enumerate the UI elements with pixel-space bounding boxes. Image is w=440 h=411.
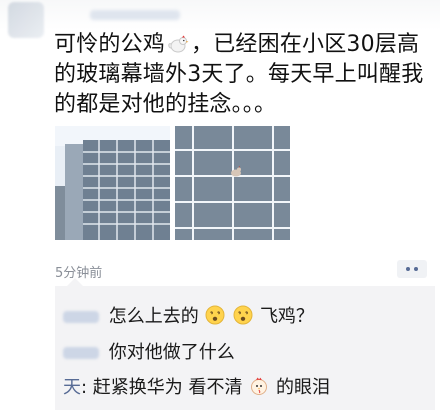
building-photo-1-art xyxy=(55,126,170,240)
avatar[interactable] xyxy=(8,2,44,38)
post-text-part-1: 可怜的公鸡 xyxy=(54,32,166,57)
comment-2-text: 你对他做了什么 xyxy=(108,342,235,363)
poster-name[interactable] xyxy=(90,10,180,20)
comment-1[interactable]: 怎么上去的 飞鸡？ xyxy=(63,302,314,328)
comment-3[interactable]: 天: 赶紧换华为 看不清 的眼泪 xyxy=(63,373,330,399)
comment-3-text-before: 赶紧换华为 看不清 xyxy=(92,377,243,398)
comment-1-text-after: 飞鸡？ xyxy=(259,306,314,327)
comment-author-1[interactable] xyxy=(63,311,99,323)
building-photo-2-art xyxy=(175,126,290,240)
comment-author-3[interactable]: 天 xyxy=(63,377,81,398)
comment-3-text-after: 的眼泪 xyxy=(276,377,330,398)
moments-post: 可怜的公鸡 ，已经困在小区30层高的玻璃幕墙外3天了。每天早上叫醒我的都是对他的… xyxy=(0,0,440,411)
comment-3-sep: : xyxy=(81,377,93,398)
more-dots-icon xyxy=(414,267,418,271)
comments-section: 怎么上去的 飞鸡？ 你对他做了什么 天: 赶紧换华为 看不清 的眼泪 xyxy=(55,278,435,410)
comment-2[interactable]: 你对他做了什么 xyxy=(63,338,235,364)
rooster-head-emoji xyxy=(251,377,268,395)
comment-1-text-before: 怎么上去的 xyxy=(108,306,199,327)
building-photo-1[interactable] xyxy=(55,126,170,240)
building-photo-2[interactable] xyxy=(175,126,290,240)
post-text: 可怜的公鸡 ，已经困在小区30层高的玻璃幕墙外3天了。每天早上叫醒我的都是对他的… xyxy=(54,30,434,120)
more-button[interactable] xyxy=(397,260,427,278)
post-header xyxy=(0,0,440,38)
rooster-icon xyxy=(168,35,189,53)
dizzy-face-emoji xyxy=(205,305,225,325)
more-dots-icon xyxy=(406,267,410,271)
comment-author-2[interactable] xyxy=(63,347,99,359)
dizzy-face-emoji xyxy=(233,305,253,325)
